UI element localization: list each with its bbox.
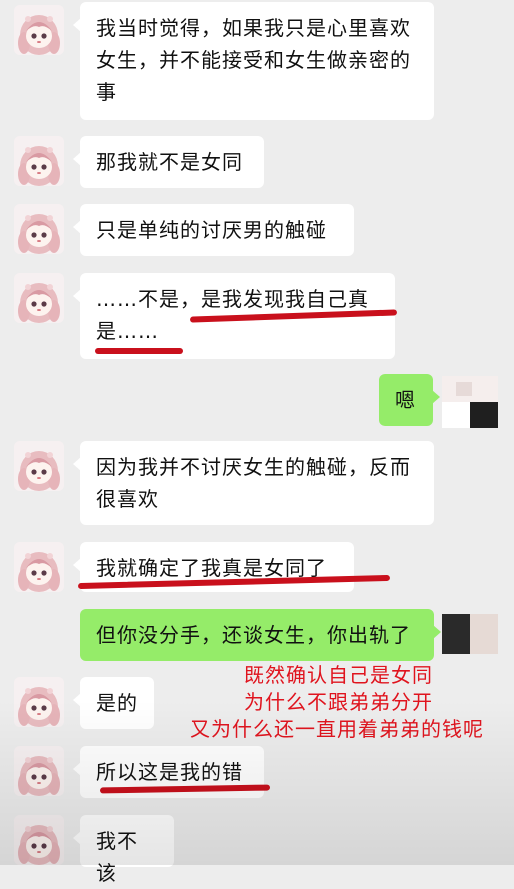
outgoing-message[interactable]: 但你没分手，还谈女生，你出轨了 [80, 609, 441, 661]
contact-avatar-icon[interactable] [14, 542, 64, 592]
annotation-line-2: 为什么不跟弟弟分开 [244, 690, 433, 714]
contact-avatar-icon[interactable] [14, 677, 64, 727]
contact-avatar-icon[interactable] [14, 204, 64, 254]
contact-avatar-icon[interactable] [14, 136, 64, 186]
contact-avatar-icon[interactable] [14, 815, 64, 865]
incoming-message[interactable]: 是的 [73, 677, 154, 729]
highlight-underline [95, 348, 183, 354]
incoming-message[interactable]: 我不该 [73, 815, 174, 885]
annotation-line-1: 既然确认自己是女同 [244, 663, 433, 687]
contact-avatar-icon[interactable] [14, 273, 64, 323]
outgoing-message[interactable]: 嗯 [379, 374, 440, 426]
contact-avatar-icon[interactable] [14, 441, 64, 491]
incoming-message[interactable]: 因为我并不讨厌女生的触碰，反而很喜欢 [73, 441, 434, 525]
annotation-line-3: 又为什么还一直用着弟弟的钱呢 [190, 717, 484, 741]
incoming-message[interactable]: 我当时觉得，如果我只是心里喜欢女生，并不能接受和女生做亲密的事 [73, 2, 434, 120]
incoming-message[interactable]: 那我就不是女同 [73, 136, 264, 188]
contact-avatar-icon[interactable] [14, 746, 64, 796]
incoming-message[interactable]: 只是单纯的讨厌男的触碰 [73, 204, 354, 256]
blurred-avatar-icon[interactable] [442, 376, 498, 428]
blurred-avatar-icon[interactable] [442, 614, 498, 666]
contact-avatar-icon[interactable] [14, 5, 64, 55]
